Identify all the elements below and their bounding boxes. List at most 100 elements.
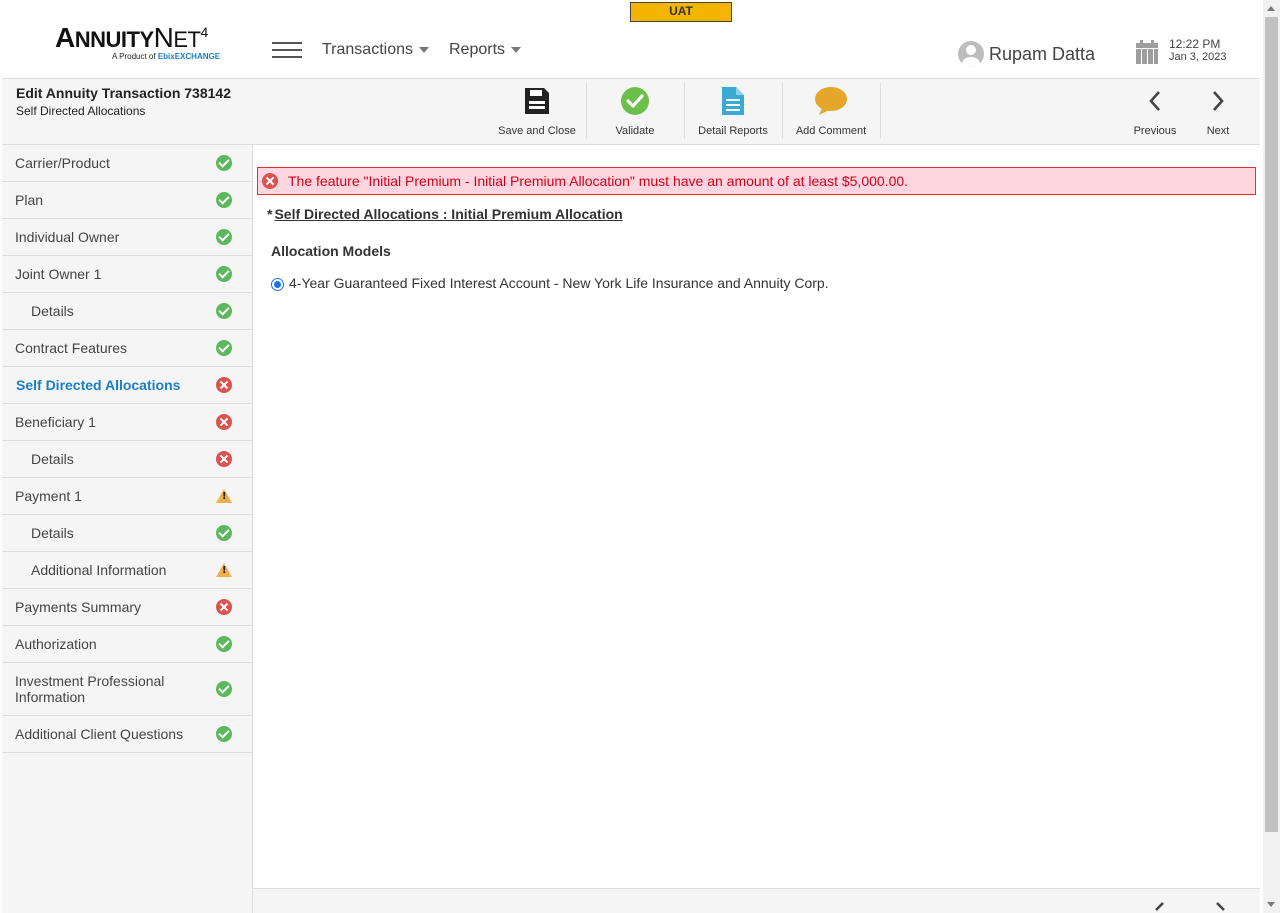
sidebar-item-payments-summary[interactable]: Payments Summary bbox=[2, 589, 252, 626]
calendar-icon bbox=[1136, 40, 1158, 64]
sidebar-item-label: Plan bbox=[15, 192, 44, 208]
previous-label: Previous bbox=[1133, 125, 1177, 137]
add-comment-button[interactable]: Add Comment bbox=[783, 83, 879, 139]
allocation-model-option[interactable]: 4-Year Guaranteed Fixed Interest Account… bbox=[271, 275, 829, 291]
sidebar-item-additional-client-questions[interactable]: Additional Client Questions bbox=[2, 716, 252, 753]
sidebar-item-label: Joint Owner 1 bbox=[15, 266, 102, 282]
alert-message: The feature "Initial Premium - Initial P… bbox=[288, 173, 909, 189]
scrollbar-thumb[interactable] bbox=[1265, 17, 1278, 832]
document-icon bbox=[722, 87, 744, 115]
validate-label: Validate bbox=[615, 125, 655, 137]
environment-badge: UAT bbox=[630, 2, 732, 22]
main-content: The feature "Initial Premium - Initial P… bbox=[253, 145, 1260, 888]
sidebar-item-label: Self Directed Allocations bbox=[16, 377, 181, 393]
validate-button[interactable]: Validate bbox=[587, 83, 683, 139]
sidebar-item-investment-professional-information[interactable]: Investment Professional Information bbox=[2, 663, 252, 716]
chevron-left-icon bbox=[1149, 91, 1160, 111]
reports-menu-label: Reports bbox=[449, 41, 506, 58]
floppy-disk-icon bbox=[525, 88, 549, 114]
transaction-toolbar: Edit Annuity Transaction 738142 Self Dir… bbox=[2, 78, 1260, 145]
sidebar-item-label: Investment Professional Information bbox=[15, 673, 165, 705]
error-circle-icon bbox=[262, 173, 278, 189]
user-avatar-icon bbox=[958, 41, 984, 67]
sidebar-item-authorization[interactable]: Authorization bbox=[2, 626, 252, 663]
current-date: Jan 3, 2023 bbox=[1169, 51, 1227, 63]
check-circle-icon bbox=[216, 229, 232, 245]
check-circle-icon bbox=[216, 525, 232, 541]
caret-down-icon bbox=[511, 47, 522, 53]
sidebar-item-label: Details bbox=[31, 525, 74, 541]
validation-error-alert: The feature "Initial Premium - Initial P… bbox=[257, 167, 1256, 195]
transactions-menu[interactable]: Transactions bbox=[322, 41, 429, 59]
sidebar-item-payment-details[interactable]: Details bbox=[2, 515, 252, 552]
datetime-display: 12:22 PM Jan 3, 2023 bbox=[1136, 38, 1227, 64]
sidebar-item-label: Contract Features bbox=[15, 340, 128, 356]
transaction-subtitle: Self Directed Allocations bbox=[16, 104, 146, 118]
check-circle-icon bbox=[621, 87, 649, 115]
check-circle-icon bbox=[216, 303, 232, 319]
hamburger-menu-icon[interactable] bbox=[272, 42, 302, 60]
chevron-right-icon bbox=[1213, 91, 1224, 111]
sidebar-item-label: Additional Information bbox=[31, 562, 167, 578]
previous-button[interactable]: Previous bbox=[1126, 83, 1184, 139]
next-label: Next bbox=[1206, 125, 1230, 137]
sidebar-item-self-directed-allocations[interactable]: Self Directed Allocations bbox=[2, 367, 252, 404]
sidebar-item-joint-owner-details[interactable]: Details bbox=[2, 293, 252, 330]
allocation-models-heading: Allocation Models bbox=[271, 243, 391, 259]
section-title: * Self Directed Allocations : Initial Pre… bbox=[267, 206, 623, 222]
error-circle-icon bbox=[216, 599, 232, 615]
sidebar-item-label: Authorization bbox=[15, 636, 97, 652]
user-menu[interactable]: Rupam Datta bbox=[958, 41, 1095, 67]
check-circle-icon bbox=[216, 266, 232, 282]
check-circle-icon bbox=[216, 636, 232, 652]
vertical-scrollbar[interactable] bbox=[1263, 0, 1280, 913]
sidebar-item-label: Payments Summary bbox=[15, 599, 142, 615]
sidebar-item-label: Individual Owner bbox=[15, 229, 120, 245]
section-sidebar: Carrier/Product Plan Individual Owner Jo… bbox=[2, 145, 253, 913]
reports-menu[interactable]: Reports bbox=[449, 41, 522, 59]
warning-triangle-icon bbox=[216, 489, 232, 503]
scroll-up-arrow-icon[interactable] bbox=[1267, 6, 1275, 11]
chevron-right-icon[interactable] bbox=[1213, 901, 1229, 913]
error-circle-icon bbox=[216, 414, 232, 430]
required-marker: * bbox=[267, 206, 273, 222]
sidebar-item-label: Additional Client Questions bbox=[15, 726, 184, 742]
chevron-left-icon[interactable] bbox=[1151, 901, 1167, 913]
sidebar-item-joint-owner-1[interactable]: Joint Owner 1 bbox=[2, 256, 252, 293]
sidebar-item-contract-features[interactable]: Contract Features bbox=[2, 330, 252, 367]
sidebar-item-additional-information[interactable]: Additional Information bbox=[2, 552, 252, 589]
next-button[interactable]: Next bbox=[1192, 83, 1244, 139]
check-circle-icon bbox=[216, 726, 232, 742]
check-circle-icon bbox=[216, 340, 232, 356]
add-comment-label: Add Comment bbox=[795, 125, 867, 137]
sidebar-item-individual-owner[interactable]: Individual Owner bbox=[2, 219, 252, 256]
sidebar-item-label: Details bbox=[31, 451, 74, 467]
sidebar-item-beneficiary-1[interactable]: Beneficiary 1 bbox=[2, 404, 252, 441]
allocation-model-radio[interactable] bbox=[271, 278, 284, 291]
transactions-menu-label: Transactions bbox=[322, 41, 413, 58]
logo-wordmark: ANNUITYNET4 bbox=[55, 22, 208, 53]
check-circle-icon bbox=[216, 681, 232, 697]
speech-bubble-icon bbox=[815, 87, 847, 115]
save-and-close-label: Save and Close bbox=[498, 125, 576, 137]
sidebar-item-label: Carrier/Product bbox=[15, 155, 110, 171]
detail-reports-label: Detail Reports bbox=[698, 125, 768, 137]
sidebar-item-carrier-product[interactable]: Carrier/Product bbox=[2, 145, 252, 182]
sidebar-item-beneficiary-details[interactable]: Details bbox=[2, 441, 252, 478]
user-name: Rupam Datta bbox=[989, 43, 1096, 64]
annuitynet-logo[interactable]: ANNUITYNET4 A Product of EbixEXCHANGE bbox=[55, 16, 225, 66]
scroll-down-arrow-icon[interactable] bbox=[1267, 902, 1275, 907]
sidebar-item-plan[interactable]: Plan bbox=[2, 182, 252, 219]
allocation-model-label[interactable]: 4-Year Guaranteed Fixed Interest Account… bbox=[289, 275, 829, 291]
transaction-title: Edit Annuity Transaction 738142 bbox=[16, 85, 231, 101]
current-time: 12:22 PM bbox=[1169, 37, 1221, 51]
detail-reports-button[interactable]: Detail Reports bbox=[685, 83, 781, 139]
sidebar-item-payment-1[interactable]: Payment 1 bbox=[2, 478, 252, 515]
section-title-link[interactable]: Self Directed Allocations : Initial Prem… bbox=[274, 206, 622, 222]
check-circle-icon bbox=[216, 155, 232, 171]
logo-tagline: A Product of EbixEXCHANGE bbox=[112, 52, 221, 61]
sidebar-item-label: Details bbox=[31, 303, 74, 319]
save-and-close-button[interactable]: Save and Close bbox=[492, 83, 582, 139]
warning-triangle-icon bbox=[216, 563, 232, 577]
error-circle-icon bbox=[216, 377, 232, 393]
